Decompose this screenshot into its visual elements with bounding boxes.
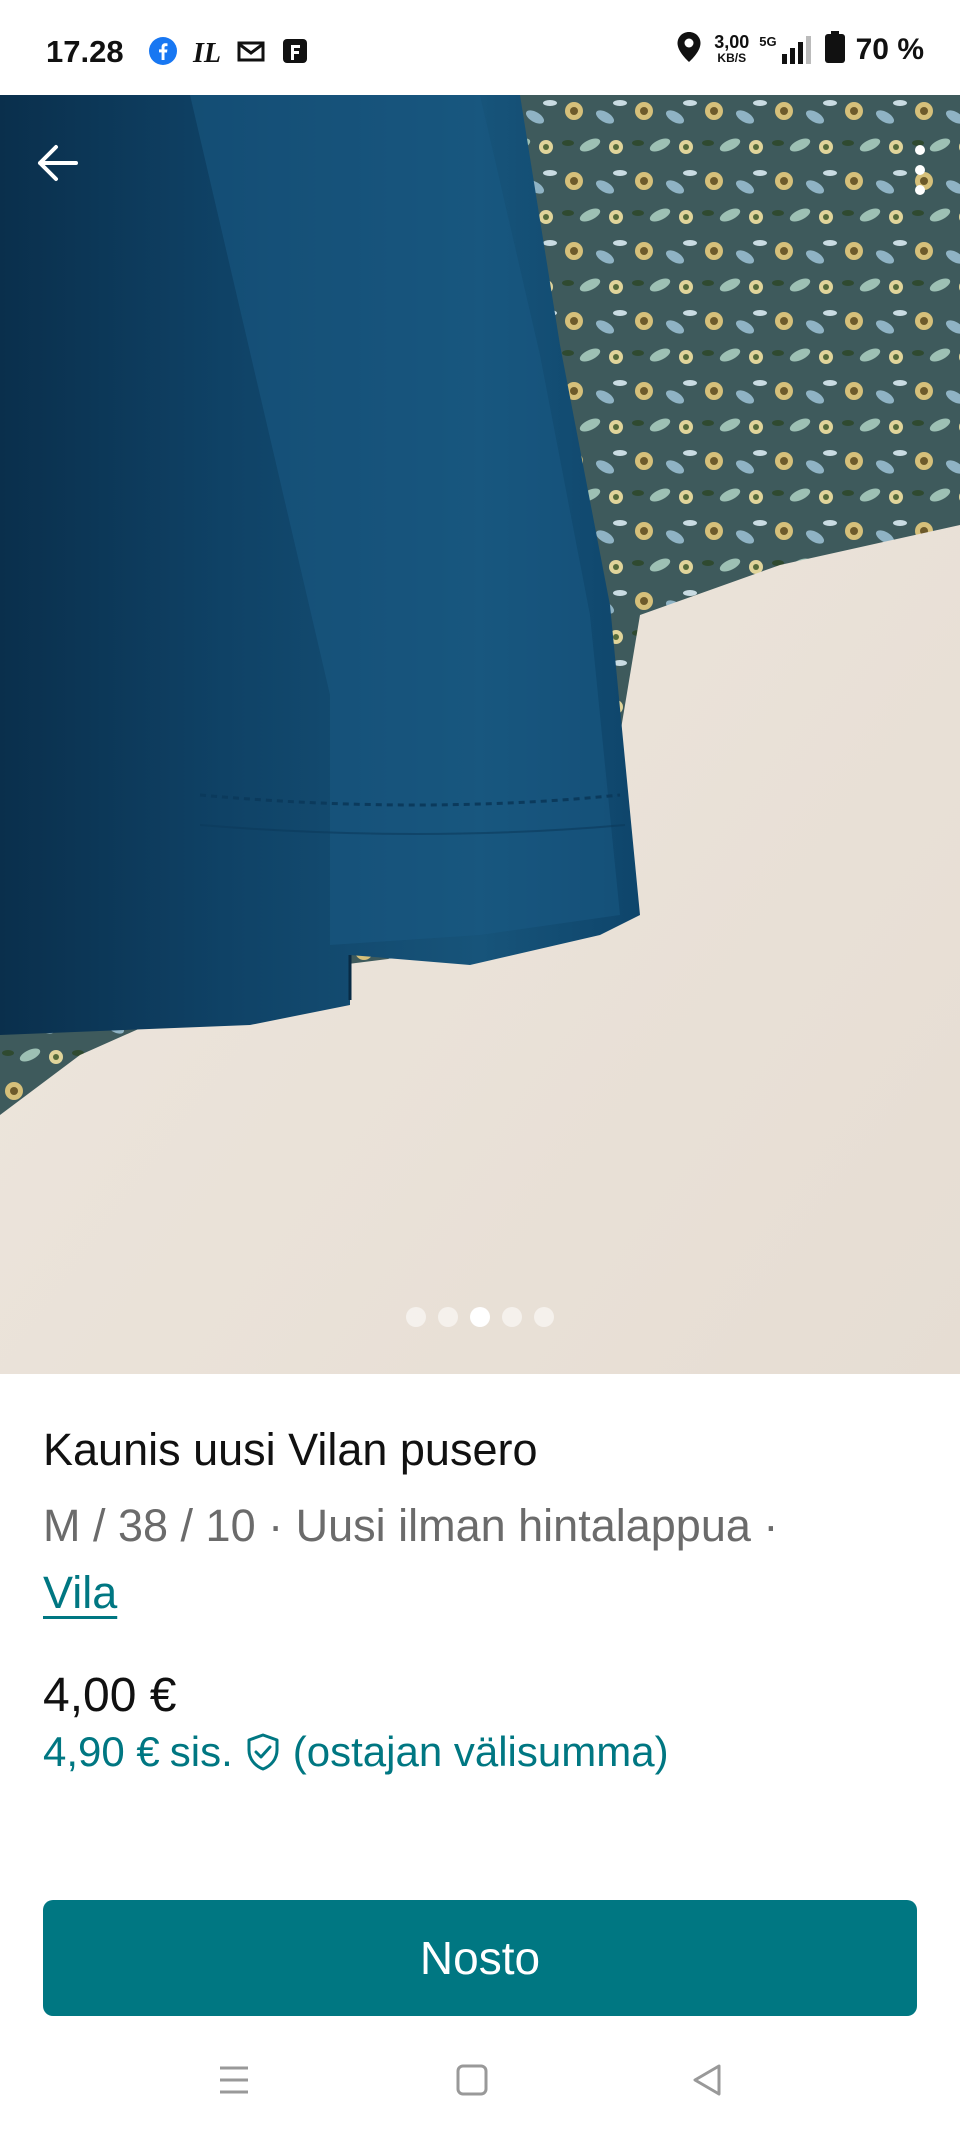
buyer-total-price[interactable]: 4,90 € sis. (ostajan välisumma) xyxy=(43,1728,669,1776)
signal-5g-icon: 5G xyxy=(759,34,813,66)
product-attributes: M / 38 / 10 · Uusi ilman hintalappua · V… xyxy=(43,1492,923,1626)
back-arrow-icon[interactable] xyxy=(30,135,86,191)
battery-level: 70 % xyxy=(855,32,924,66)
buyer-protection-shield-icon[interactable] xyxy=(243,1732,283,1772)
size-condition-text: M / 38 / 10 · Uusi ilman hintalappua · xyxy=(43,1500,779,1551)
buyer-price-value: 4,90 € xyxy=(43,1728,160,1775)
gallery-dot[interactable] xyxy=(534,1307,554,1327)
product-image-gallery[interactable] xyxy=(0,95,960,1374)
back-nav-icon[interactable] xyxy=(685,2058,729,2102)
svg-text:IL: IL xyxy=(192,38,221,66)
home-icon[interactable] xyxy=(450,2058,494,2102)
status-time: 17.28 xyxy=(46,34,124,69)
more-options-icon[interactable] xyxy=(900,140,940,200)
system-navigation-bar xyxy=(0,2020,960,2133)
status-bar: 17.28 IL 3,00 KB/S 5G 70 % xyxy=(0,0,960,95)
gallery-dot[interactable] xyxy=(502,1307,522,1327)
gallery-dot[interactable] xyxy=(438,1307,458,1327)
product-title: Kaunis uusi Vilan pusero xyxy=(43,1424,538,1475)
il-app-icon: IL xyxy=(192,36,222,66)
network-speed: 3,00 KB/S xyxy=(714,31,750,65)
location-icon xyxy=(674,30,704,69)
bump-button[interactable]: Nosto xyxy=(43,1900,917,2016)
product-photo xyxy=(0,95,960,1374)
notification-icons: IL xyxy=(148,36,310,66)
gmail-icon xyxy=(236,36,266,66)
gallery-dot-active[interactable] xyxy=(470,1307,490,1327)
buyer-price-note: (ostajan välisumma) xyxy=(292,1728,669,1775)
brand-link[interactable]: Vila xyxy=(43,1567,117,1618)
battery-icon xyxy=(824,30,846,69)
f-app-icon xyxy=(280,36,310,66)
status-right: 3,00 KB/S 5G 70 % xyxy=(674,30,924,69)
facebook-icon xyxy=(148,36,178,66)
gallery-dot[interactable] xyxy=(406,1307,426,1327)
buyer-price-incl: sis. xyxy=(169,1728,233,1775)
gallery-pagination[interactable] xyxy=(0,1307,960,1327)
recent-apps-icon[interactable] xyxy=(212,2058,256,2102)
item-price: 4,00 € xyxy=(43,1669,177,1722)
